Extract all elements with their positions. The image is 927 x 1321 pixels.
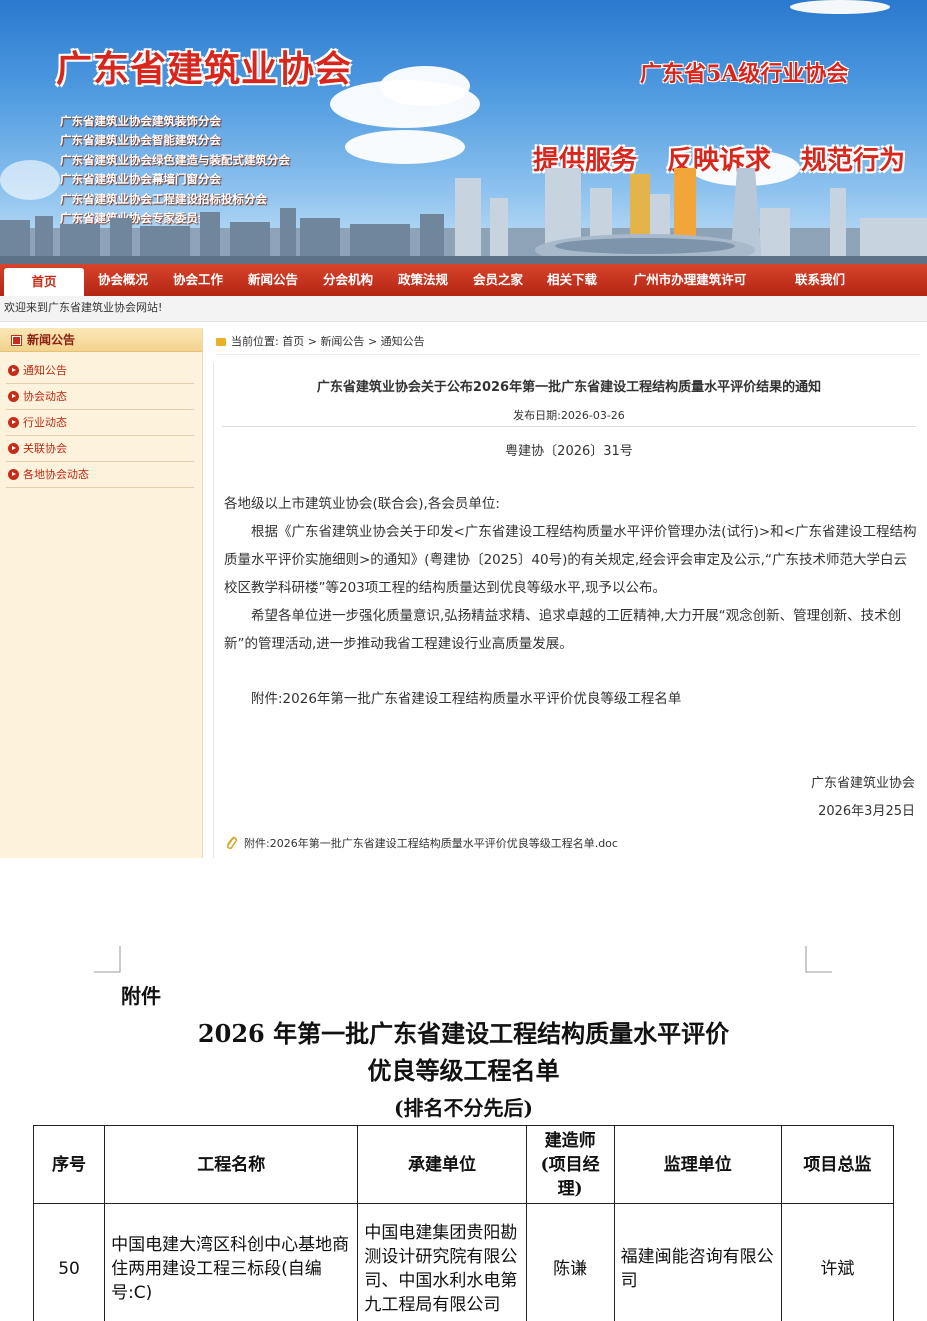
cloud-decoration: [790, 0, 890, 14]
arrow-circle-icon: [8, 443, 19, 454]
page-corner-mark: [805, 946, 832, 973]
col-header: 工程名称: [104, 1125, 359, 1204]
breadcrumb: 当前位置: 首页 > 新闻公告 > 通知公告: [216, 333, 920, 355]
doc-title-line2: 优良等级工程名单: [367, 1056, 560, 1085]
signer: 广东省建筑业协会: [810, 776, 915, 791]
attachment-preview: 附件 2026 年第一批广东省建设工程结构质量水平评价 优良等级工程名单 (排名…: [0, 858, 927, 1321]
cell-chief-supervisor: 许斌: [780, 1203, 895, 1321]
sidebar-item-association-news[interactable]: 协会动态: [6, 384, 194, 410]
attachment-note: 附件:2026年第一批广东省建设工程结构质量水平评价优良等级工程名单: [251, 691, 682, 707]
col-header: 承建单位: [357, 1125, 527, 1204]
nav-item-policy[interactable]: 政策法规: [384, 264, 462, 296]
col-header: 序号: [32, 1125, 106, 1204]
nav-item-work[interactable]: 协会工作: [162, 264, 234, 296]
branch-item[interactable]: 广东省建筑业协会建筑装饰分会: [60, 112, 290, 131]
sidebar-item-label: 行业动态: [23, 416, 67, 429]
table-header-row: 序号 工程名称 承建单位 建造师(项目经理) 监理单位 项目总监: [32, 1125, 895, 1204]
col-header: 项目总监: [780, 1125, 895, 1204]
cell-manager: 陈谦: [525, 1203, 615, 1321]
document-number: 粤建协〔2026〕31号: [505, 444, 633, 459]
breadcrumb-section[interactable]: 新闻公告: [320, 335, 364, 348]
breadcrumb-separator: >: [307, 335, 317, 348]
nav-item-about[interactable]: 协会概况: [84, 264, 162, 296]
cell-contractor: 中国电建集团贵阳勘测设计研究院有限公司、中国水利水电第九工程局有限公司: [357, 1203, 527, 1321]
cell-project-name: 中国电建大湾区科创中心基地商住两用建设工程三标段(自编号:C): [104, 1203, 359, 1321]
attachment-filename[interactable]: 附件:2026年第一批广东省建设工程结构质量水平评价优良等级工程名单.doc: [244, 837, 618, 850]
sidebar-item-notices[interactable]: 通知公告: [6, 358, 194, 384]
sidebar-item-local-news[interactable]: 各地协会动态: [6, 462, 194, 488]
arrow-circle-icon: [8, 469, 19, 480]
breadcrumb-current[interactable]: 通知公告: [381, 335, 425, 348]
sidebar-heading: 新闻公告: [0, 328, 202, 352]
folder-icon: [216, 338, 226, 346]
sidebar: 新闻公告 通知公告 协会动态 行业动态 关联协会 各地协会动态: [0, 328, 203, 858]
page-corner-mark: [94, 946, 121, 973]
main-nav: 首页 协会概况 协会工作 新闻公告 分会机构 政策法规 会员之家 相关下载 广州…: [0, 264, 927, 296]
article-date: 发布日期:2026-03-26: [513, 409, 625, 422]
sidebar-item-label: 关联协会: [23, 442, 67, 455]
header-banner: 广东省建筑业协会 广东省建筑业协会建筑装饰分会 广东省建筑业协会智能建筑分会 广…: [0, 0, 927, 264]
welcome-text: 欢迎来到广东省建筑业协会网站!: [0, 296, 927, 322]
sidebar-list: 通知公告 协会动态 行业动态 关联协会 各地协会动态: [0, 352, 202, 488]
square-bullet-icon: [11, 335, 22, 346]
cell-index: 50: [32, 1203, 106, 1321]
sidebar-item-label: 通知公告: [23, 364, 67, 377]
nav-item-members[interactable]: 会员之家: [462, 264, 534, 296]
cloud-decoration: [380, 66, 470, 106]
breadcrumb-label: 当前位置:: [231, 335, 279, 348]
doc-attachment-label: 附件: [121, 984, 161, 1008]
breadcrumb-home[interactable]: 首页: [282, 335, 304, 348]
table-row: 50 中国电建大湾区科创中心基地商住两用建设工程三标段(自编号:C) 中国电建集…: [32, 1203, 895, 1321]
nav-item-guangzhou-permit[interactable]: 广州市办理建筑许可: [610, 264, 770, 296]
cell-supervisor-unit: 福建闽能咨询有限公司: [613, 1203, 782, 1321]
sidebar-item-industry-news[interactable]: 行业动态: [6, 410, 194, 436]
site-title: 广东省建筑业协会: [56, 48, 353, 90]
city-skyline-illustration: [0, 168, 927, 264]
article-salutation: 各地级以上市建筑业协会(联合会),各会员单位:: [224, 496, 500, 512]
col-header: 建造师(项目经理): [525, 1125, 615, 1204]
breadcrumb-separator: >: [367, 335, 378, 348]
article: 广东省建筑业协会关于公布2026年第一批广东省建设工程结构质量水平评价结果的通知…: [213, 362, 923, 858]
branch-item[interactable]: 广东省建筑业协会智能建筑分会: [60, 131, 290, 150]
project-table: 序号 工程名称 承建单位 建造师(项目经理) 监理单位 项目总监 50 中国电建…: [32, 1125, 895, 1321]
article-paragraph: 根据《广东省建筑业协会关于印发<广东省建设工程结构质量水平评价管理办法(试行)>…: [224, 524, 917, 596]
sign-date: 2026年3月25日: [818, 804, 915, 819]
paperclip-icon: [226, 836, 238, 850]
nav-item-home[interactable]: 首页: [4, 268, 84, 296]
col-header: 监理单位: [613, 1125, 782, 1204]
nav-item-downloads[interactable]: 相关下载: [534, 264, 610, 296]
nav-item-news[interactable]: 新闻公告: [234, 264, 312, 296]
sidebar-heading-label: 新闻公告: [27, 333, 76, 347]
sidebar-item-related-associations[interactable]: 关联协会: [6, 436, 194, 462]
doc-title-line1: 2026 年第一批广东省建设工程结构质量水平评价: [197, 1019, 730, 1048]
sidebar-item-label: 各地协会动态: [23, 468, 89, 481]
sidebar-item-label: 协会动态: [23, 390, 67, 403]
arrow-circle-icon: [8, 365, 19, 376]
divider: [222, 426, 916, 427]
grade-text: 广东省5A级行业协会: [640, 61, 849, 87]
nav-item-contact[interactable]: 联系我们: [770, 264, 870, 296]
article-title: 广东省建筑业协会关于公布2026年第一批广东省建设工程结构质量水平评价结果的通知: [316, 380, 822, 395]
arrow-circle-icon: [8, 417, 19, 428]
attachment-download[interactable]: 附件:2026年第一批广东省建设工程结构质量水平评价优良等级工程名单.doc: [224, 834, 618, 851]
nav-item-branches[interactable]: 分会机构: [312, 264, 384, 296]
article-paragraph: 希望各单位进一步强化质量意识,弘扬精益求精、追求卓越的工匠精神,大力开展“观念创…: [224, 608, 902, 652]
cloud-decoration: [345, 130, 465, 164]
doc-subtitle: (排名不分先后): [394, 1096, 533, 1120]
arrow-circle-icon: [8, 391, 19, 402]
